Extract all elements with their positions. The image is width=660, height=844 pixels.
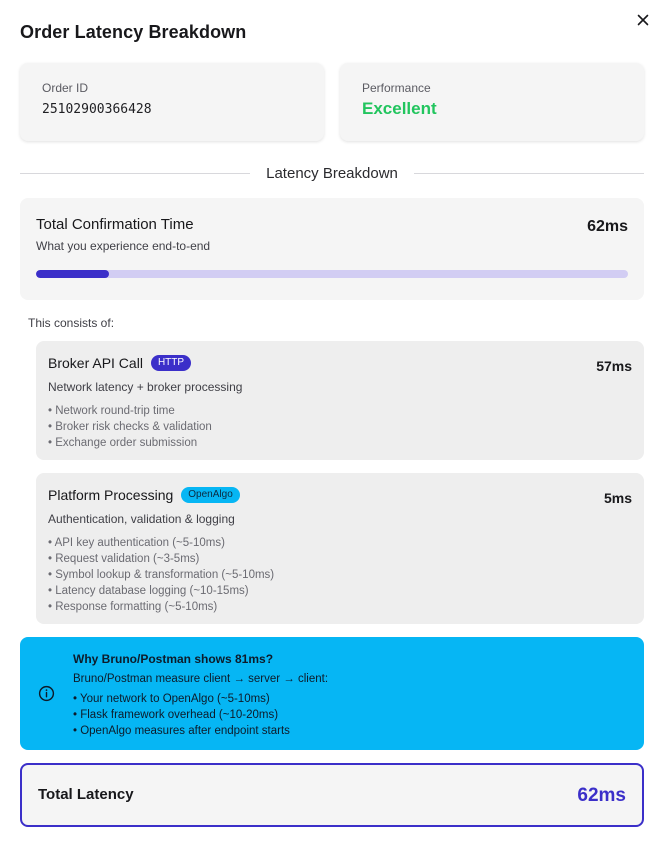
list-item: • Exchange order submission	[48, 437, 198, 449]
info-icon	[38, 685, 55, 702]
order-id-value: 25102900366428	[42, 102, 152, 117]
platform-processing-card: Platform Processing OpenAlgo 5ms Authent…	[36, 473, 644, 624]
list-item: • Latency database logging (~10-15ms)	[48, 585, 249, 597]
list-item: • Symbol lookup & transformation (~5-10m…	[48, 569, 275, 581]
platform-processing-list: • API key authentication (~5-10ms) • Req…	[48, 535, 632, 615]
total-latency-label: Total Latency	[38, 786, 134, 803]
why-postman-alert: Why Bruno/Postman shows 81ms? Bruno/Post…	[20, 637, 644, 750]
list-item: • API key authentication (~5-10ms)	[48, 537, 225, 549]
list-item: • Request validation (~3-5ms)	[48, 553, 200, 565]
broker-api-description: Network latency + broker processing	[48, 380, 243, 394]
broker-api-card: Broker API Call HTTP 57ms Network latenc…	[36, 341, 644, 460]
performance-value: Excellent	[362, 99, 437, 118]
list-item: • Response formatting (~5-10ms)	[48, 601, 218, 613]
consists-label: This consists of:	[28, 316, 115, 330]
close-button[interactable]	[634, 11, 652, 29]
order-id-label: Order ID	[42, 81, 89, 95]
broker-api-list: • Network round-trip time • Broker risk …	[48, 403, 632, 451]
performance-label: Performance	[362, 81, 431, 95]
platform-processing-value: 5ms	[603, 490, 632, 506]
why-subtitle: Bruno/Postman measure client → server → …	[73, 673, 329, 685]
broker-api-title: Broker API Call	[48, 355, 143, 371]
latency-progress-fill	[36, 270, 109, 278]
total-confirmation-value: 62ms	[587, 218, 628, 235]
list-item: • OpenAlgo measures after endpoint start…	[73, 725, 290, 737]
platform-processing-title: Platform Processing	[48, 487, 174, 503]
divider-line-right	[413, 172, 644, 174]
close-icon[interactable]	[637, 14, 649, 26]
why-list: • Your network to OpenAlgo (~5-10ms) • F…	[73, 691, 628, 739]
platform-processing-header: Platform Processing OpenAlgo	[48, 487, 632, 503]
list-item: • Your network to OpenAlgo (~5-10ms)	[73, 693, 270, 705]
broker-api-value: 57ms	[596, 358, 632, 374]
list-item: • Broker risk checks & validation	[48, 421, 212, 433]
why-title: Why Bruno/Postman shows 81ms?	[73, 652, 274, 666]
divider-label: Latency Breakdown	[266, 164, 398, 182]
section-divider: Latency Breakdown	[20, 163, 644, 183]
total-confirmation-card: Total Confirmation Time What you experie…	[20, 198, 644, 300]
platform-processing-description: Authentication, validation & logging	[48, 512, 235, 526]
list-item: • Network round-trip time	[48, 405, 175, 417]
modal-title: Order Latency Breakdown	[20, 22, 247, 42]
total-confirmation-subtitle: What you experience end-to-end	[36, 239, 211, 253]
broker-api-header: Broker API Call HTTP	[48, 355, 632, 371]
total-latency-value: 62ms	[577, 785, 626, 806]
divider-line-left	[20, 172, 251, 174]
order-id-card: Order ID 25102900366428	[20, 63, 324, 141]
latency-progress-bar	[36, 270, 628, 278]
openalgo-badge: OpenAlgo	[181, 487, 240, 503]
total-latency-card: Total Latency 62ms	[20, 763, 644, 827]
total-confirmation-title: Total Confirmation Time	[36, 216, 194, 233]
performance-card: Performance Excellent	[340, 63, 644, 141]
list-item: • Flask framework overhead (~10-20ms)	[73, 709, 279, 721]
http-badge: HTTP	[150, 355, 192, 371]
